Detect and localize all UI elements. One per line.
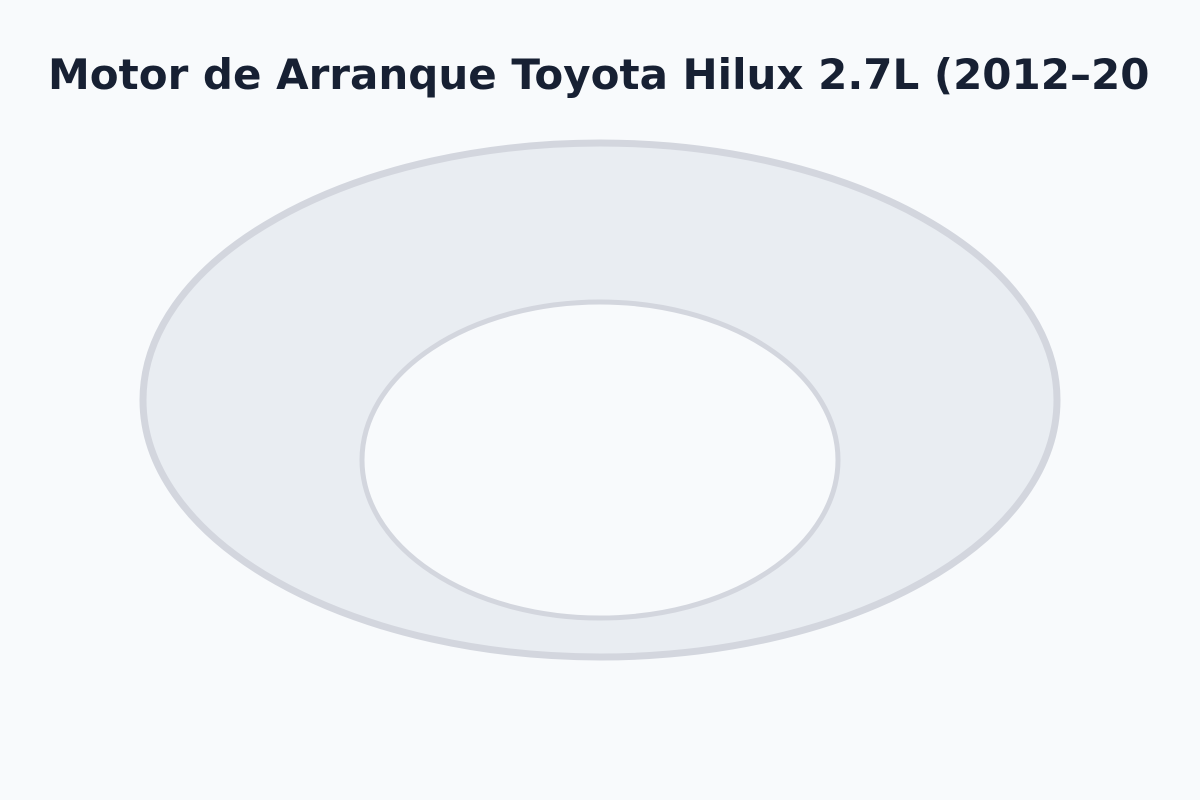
product-illustration: [139, 139, 1061, 661]
inner-opening-shape: [359, 299, 841, 621]
page-title: Motor de Arranque Toyota Hilux 2.7L (201…: [48, 50, 1150, 99]
